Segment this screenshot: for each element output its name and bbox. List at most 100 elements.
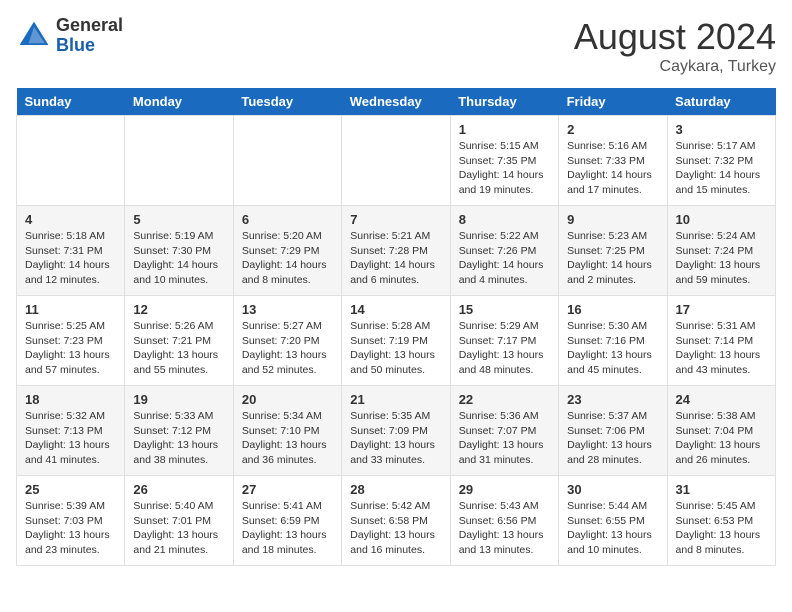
- day-number: 19: [133, 392, 224, 407]
- header-thursday: Thursday: [450, 88, 558, 116]
- calendar-cell-w4-d4: 29 Sunrise: 5:43 AM Sunset: 6:56 PM Dayli…: [450, 476, 558, 566]
- calendar-cell-w3-d1: 19Sunrise: 5:33 AM Sunset: 7:12 PM Dayli…: [125, 386, 233, 476]
- day-info-text: Sunrise: 5:39 AM Sunset: 7:03 PM Dayligh…: [25, 499, 116, 558]
- day-info-text: Sunrise: 5:43 AM Sunset: 6:56 PM Dayligh…: [459, 499, 550, 558]
- calendar-cell-w0-d5: 2Sunrise: 5:16 AM Sunset: 7:33 PM Daylig…: [559, 116, 667, 206]
- day-info-text: Sunrise: 5:26 AM Sunset: 7:21 PM Dayligh…: [133, 319, 224, 378]
- day-info-text: Sunrise: 5:40 AM Sunset: 7:01 PM Dayligh…: [133, 499, 224, 558]
- day-number: 24: [676, 392, 767, 407]
- header-tuesday: Tuesday: [233, 88, 341, 116]
- day-number: 22: [459, 392, 550, 407]
- day-number: 8: [459, 212, 550, 227]
- calendar-table: Sunday Monday Tuesday Wednesday Thursday…: [16, 88, 776, 566]
- calendar-header-row: Sunday Monday Tuesday Wednesday Thursday…: [17, 88, 776, 116]
- day-number: 18: [25, 392, 116, 407]
- day-number: 5: [133, 212, 224, 227]
- calendar-cell-w2-d0: 11 Sunrise: 5:25 AM Sunset: 7:23 PM Dayli…: [17, 296, 125, 386]
- day-info-text: Sunrise: 5:23 AM Sunset: 7:25 PM Dayligh…: [567, 229, 658, 288]
- day-number: 3: [676, 122, 767, 137]
- day-number: 17: [676, 302, 767, 317]
- location-subtitle: Caykara, Turkey: [574, 58, 776, 76]
- day-info-text: Sunrise: 5:21 AM Sunset: 7:28 PM Dayligh…: [350, 229, 441, 288]
- calendar-row-1: 4 Sunrise: 5:18 AM Sunset: 7:31 PM Daylig…: [17, 206, 776, 296]
- day-info-text: Sunrise: 5:25 AM Sunset: 7:23 PM Dayligh…: [25, 319, 116, 378]
- calendar-cell-w1-d1: 5 Sunrise: 5:19 AM Sunset: 7:30 PM Daylig…: [125, 206, 233, 296]
- day-number: 6: [242, 212, 333, 227]
- calendar-cell-w1-d3: 7 Sunrise: 5:21 AM Sunset: 7:28 PM Daylig…: [342, 206, 450, 296]
- day-info-text: Sunrise: 5:34 AM Sunset: 7:10 PM Dayligh…: [242, 409, 333, 468]
- day-info-text: Sunrise: 5:42 AM Sunset: 6:58 PM Dayligh…: [350, 499, 441, 558]
- day-number: 23: [567, 392, 658, 407]
- calendar-cell-w4-d6: 31Sunrise: 5:45 AM Sunset: 6:53 PM Dayli…: [667, 476, 775, 566]
- calendar-cell-w3-d0: 18 Sunrise: 5:32 AM Sunset: 7:13 PM Dayli…: [17, 386, 125, 476]
- month-year-title: August 2024: [574, 16, 776, 58]
- calendar-cell-w2-d3: 14 Sunrise: 5:28 AM Sunset: 7:19 PM Dayli…: [342, 296, 450, 386]
- calendar-cell-w2-d4: 15 Sunrise: 5:29 AM Sunset: 7:17 PM Dayli…: [450, 296, 558, 386]
- day-number: 14: [350, 302, 441, 317]
- calendar-cell-w1-d2: 6 Sunrise: 5:20 AM Sunset: 7:29 PM Daylig…: [233, 206, 341, 296]
- calendar-cell-w4-d3: 28 Sunrise: 5:42 AM Sunset: 6:58 PM Dayli…: [342, 476, 450, 566]
- header-wednesday: Wednesday: [342, 88, 450, 116]
- day-number: 26: [133, 482, 224, 497]
- calendar-cell-w1-d0: 4 Sunrise: 5:18 AM Sunset: 7:31 PM Daylig…: [17, 206, 125, 296]
- day-info-text: Sunrise: 5:31 AM Sunset: 7:14 PM Dayligh…: [676, 319, 767, 378]
- day-number: 27: [242, 482, 333, 497]
- calendar-cell-w1-d5: 9Sunrise: 5:23 AM Sunset: 7:25 PM Daylig…: [559, 206, 667, 296]
- page-header: General Blue August 2024 Caykara, Turkey: [16, 16, 776, 76]
- calendar-cell-w2-d2: 13 Sunrise: 5:27 AM Sunset: 7:20 PM Dayli…: [233, 296, 341, 386]
- day-info-text: Sunrise: 5:16 AM Sunset: 7:33 PM Dayligh…: [567, 139, 658, 198]
- calendar-cell-w0-d6: 3 Sunrise: 5:17 AM Sunset: 7:32 PM Daylig…: [667, 116, 775, 206]
- day-info-text: Sunrise: 5:27 AM Sunset: 7:20 PM Dayligh…: [242, 319, 333, 378]
- day-info-text: Sunrise: 5:35 AM Sunset: 7:09 PM Dayligh…: [350, 409, 441, 468]
- calendar-cell-w4-d5: 30Sunrise: 5:44 AM Sunset: 6:55 PM Dayli…: [559, 476, 667, 566]
- day-info-text: Sunrise: 5:41 AM Sunset: 6:59 PM Dayligh…: [242, 499, 333, 558]
- calendar-cell-w2-d5: 16Sunrise: 5:30 AM Sunset: 7:16 PM Dayli…: [559, 296, 667, 386]
- day-info-text: Sunrise: 5:45 AM Sunset: 6:53 PM Dayligh…: [676, 499, 767, 558]
- calendar-cell-w3-d5: 23 Sunrise: 5:37 AM Sunset: 7:06 PM Dayli…: [559, 386, 667, 476]
- calendar-cell-w1-d6: 10 Sunrise: 5:24 AM Sunset: 7:24 PM Dayli…: [667, 206, 775, 296]
- day-number: 20: [242, 392, 333, 407]
- day-number: 30: [567, 482, 658, 497]
- day-info-text: Sunrise: 5:37 AM Sunset: 7:06 PM Dayligh…: [567, 409, 658, 468]
- calendar-cell-w4-d2: 27 Sunrise: 5:41 AM Sunset: 6:59 PM Dayli…: [233, 476, 341, 566]
- day-info-text: Sunrise: 5:17 AM Sunset: 7:32 PM Dayligh…: [676, 139, 767, 198]
- day-number: 29: [459, 482, 550, 497]
- day-number: 11: [25, 302, 116, 317]
- day-number: 13: [242, 302, 333, 317]
- day-number: 10: [676, 212, 767, 227]
- day-info-text: Sunrise: 5:24 AM Sunset: 7:24 PM Dayligh…: [676, 229, 767, 288]
- header-friday: Friday: [559, 88, 667, 116]
- day-info-text: Sunrise: 5:15 AM Sunset: 7:35 PM Dayligh…: [459, 139, 550, 198]
- logo-icon: [16, 18, 52, 54]
- day-number: 4: [25, 212, 116, 227]
- calendar-cell-w3-d3: 21 Sunrise: 5:35 AM Sunset: 7:09 PM Dayli…: [342, 386, 450, 476]
- day-info-text: Sunrise: 5:38 AM Sunset: 7:04 PM Dayligh…: [676, 409, 767, 468]
- day-number: 15: [459, 302, 550, 317]
- day-info-text: Sunrise: 5:18 AM Sunset: 7:31 PM Dayligh…: [25, 229, 116, 288]
- day-info-text: Sunrise: 5:20 AM Sunset: 7:29 PM Dayligh…: [242, 229, 333, 288]
- calendar-cell-w3-d2: 20 Sunrise: 5:34 AM Sunset: 7:10 PM Dayli…: [233, 386, 341, 476]
- calendar-cell-w2-d1: 12Sunrise: 5:26 AM Sunset: 7:21 PM Dayli…: [125, 296, 233, 386]
- calendar-cell-w3-d6: 24 Sunrise: 5:38 AM Sunset: 7:04 PM Dayli…: [667, 386, 775, 476]
- calendar-cell-w4-d0: 25Sunrise: 5:39 AM Sunset: 7:03 PM Dayli…: [17, 476, 125, 566]
- day-number: 7: [350, 212, 441, 227]
- calendar-cell-w2-d6: 17 Sunrise: 5:31 AM Sunset: 7:14 PM Dayli…: [667, 296, 775, 386]
- calendar-row-2: 11 Sunrise: 5:25 AM Sunset: 7:23 PM Dayli…: [17, 296, 776, 386]
- day-number: 28: [350, 482, 441, 497]
- day-info-text: Sunrise: 5:28 AM Sunset: 7:19 PM Dayligh…: [350, 319, 441, 378]
- day-number: 21: [350, 392, 441, 407]
- header-monday: Monday: [125, 88, 233, 116]
- day-info-text: Sunrise: 5:29 AM Sunset: 7:17 PM Dayligh…: [459, 319, 550, 378]
- header-saturday: Saturday: [667, 88, 775, 116]
- day-info-text: Sunrise: 5:19 AM Sunset: 7:30 PM Dayligh…: [133, 229, 224, 288]
- calendar-cell-w0-d4: 1Sunrise: 5:15 AM Sunset: 7:35 PM Daylig…: [450, 116, 558, 206]
- calendar-cell-w4-d1: 26 Sunrise: 5:40 AM Sunset: 7:01 PM Dayli…: [125, 476, 233, 566]
- day-info-text: Sunrise: 5:32 AM Sunset: 7:13 PM Dayligh…: [25, 409, 116, 468]
- calendar-row-4: 25Sunrise: 5:39 AM Sunset: 7:03 PM Dayli…: [17, 476, 776, 566]
- calendar-cell-w3-d4: 22Sunrise: 5:36 AM Sunset: 7:07 PM Dayli…: [450, 386, 558, 476]
- calendar-cell-w0-d2: [233, 116, 341, 206]
- title-block: August 2024 Caykara, Turkey: [574, 16, 776, 76]
- logo-general-text: General: [56, 16, 123, 36]
- calendar-row-3: 18 Sunrise: 5:32 AM Sunset: 7:13 PM Dayli…: [17, 386, 776, 476]
- logo-blue-text: Blue: [56, 36, 123, 56]
